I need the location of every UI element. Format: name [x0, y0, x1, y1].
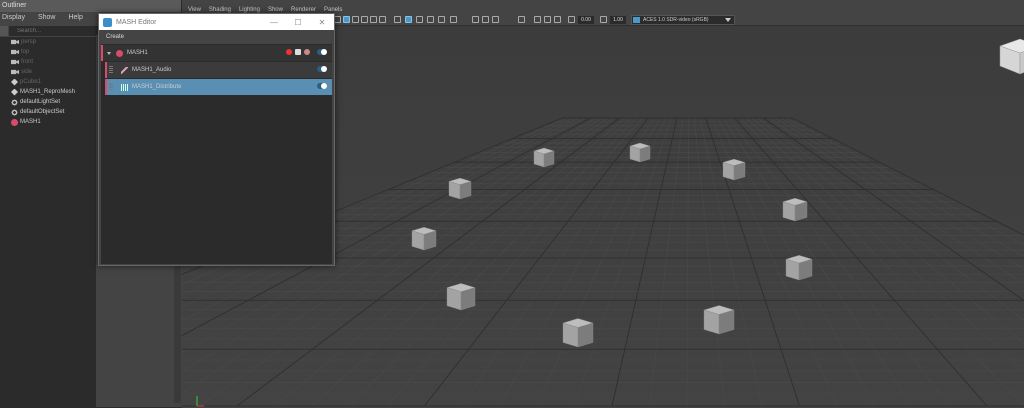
camera-icon — [11, 49, 19, 55]
mail-icon[interactable] — [370, 16, 377, 23]
transform-icon — [11, 88, 18, 96]
outliner-item-mash1[interactable]: MASH1 — [0, 117, 96, 127]
outliner-title: Outliner — [0, 0, 181, 12]
select-icon[interactable] — [518, 16, 525, 23]
ambient-occlusion-icon[interactable] — [492, 16, 499, 23]
mash-network-label: MASH1 — [127, 50, 148, 56]
outliner-search-input[interactable] — [9, 25, 105, 36]
audio-enable-toggle[interactable] — [317, 66, 327, 72]
network-tools — [286, 49, 310, 55]
color-space-label: ACES 1.0 SDR-video (sRGB) — [643, 17, 709, 23]
wireframe-icon[interactable] — [343, 16, 350, 23]
mash-node-label: MASH1_Distribute — [132, 84, 182, 90]
mash-instance-cube[interactable] — [782, 197, 808, 222]
film-gate-icon[interactable] — [379, 16, 386, 23]
mash-node-distribute[interactable]: MASH1_Distribute — [105, 79, 332, 95]
outliner-item-reprommesh[interactable]: MASH1_ReproMesh — [0, 87, 96, 97]
exposure-icon[interactable] — [568, 16, 575, 23]
color-space-dropdown[interactable]: ACES 1.0 SDR-video (sRGB) — [631, 15, 735, 25]
isolate-icon[interactable] — [472, 16, 479, 23]
camera-icon — [11, 59, 19, 65]
outliner-menu-show[interactable]: Show — [38, 12, 56, 24]
mash-node-label: MASH1_Audio — [132, 67, 172, 73]
drag-handle-icon[interactable] — [109, 83, 113, 91]
distribute-enable-toggle[interactable] — [317, 83, 327, 89]
smooth-shade-icon[interactable] — [405, 16, 412, 23]
outliner-item-defaultlightset[interactable]: defaultLightSet — [0, 97, 96, 107]
minimize-icon[interactable]: — — [262, 14, 286, 30]
mash-node-audio[interactable]: MASH1_Audio — [105, 62, 332, 78]
mash-instance-cube[interactable] — [785, 255, 813, 281]
textured-icon[interactable] — [416, 16, 423, 23]
camera-icon — [11, 39, 19, 45]
outliner-item-side[interactable]: side — [0, 67, 96, 77]
mash-network-row[interactable]: MASH1 — [101, 45, 332, 61]
outliner-item-top[interactable]: top — [0, 47, 96, 57]
mash-logo-icon — [103, 17, 112, 27]
distribute-icon — [121, 83, 128, 91]
outliner-item-pcube1[interactable]: pCube1 — [0, 77, 96, 87]
outliner-item-front[interactable]: front — [0, 57, 96, 67]
mash-instance-cube[interactable] — [411, 226, 437, 251]
lights-icon[interactable] — [427, 16, 434, 23]
mash-instance-cube[interactable] — [703, 305, 735, 335]
filter-icon[interactable] — [0, 25, 8, 36]
outliner-menu-display[interactable]: Display — [2, 12, 25, 24]
camera-icon — [11, 69, 19, 75]
exposure-field[interactable]: 0.00 — [578, 16, 594, 24]
mash-menu-create[interactable]: Create — [99, 30, 334, 44]
mash-editor-window: MASH Editor — ☐ ✕ Create MASH1 MASH1_Aud… — [98, 13, 335, 266]
gamma-icon[interactable] — [600, 16, 607, 23]
mash-editor-title: MASH Editor — [116, 18, 157, 26]
mash-editor-titlebar[interactable]: MASH Editor — ☐ ✕ — [99, 14, 334, 30]
transform-icon — [11, 78, 18, 86]
delete-icon[interactable] — [286, 49, 292, 55]
close-icon[interactable]: ✕ — [310, 14, 334, 30]
outliner-menu-help[interactable]: Help — [68, 12, 82, 24]
clipboard-icon[interactable] — [295, 49, 301, 55]
mash-instance-cube[interactable] — [629, 142, 651, 163]
mash-instance-cube[interactable] — [722, 158, 746, 181]
xray-icon[interactable] — [450, 16, 457, 23]
frame-icon[interactable] — [361, 16, 368, 23]
drag-handle-icon[interactable] — [109, 66, 113, 74]
layout-icon[interactable] — [534, 16, 541, 23]
mash-instance-cube[interactable] — [533, 147, 555, 168]
mash-instance-cube[interactable] — [446, 283, 476, 311]
grid-icon[interactable] — [334, 16, 341, 23]
network-enable-toggle[interactable] — [317, 49, 327, 55]
mash-icon — [11, 118, 18, 126]
set-icon — [11, 108, 18, 116]
chevron-down-icon[interactable] — [107, 51, 111, 55]
shadows-icon[interactable] — [438, 16, 445, 23]
maya-window: Outliner Display Show Help persp top fro… — [0, 0, 1024, 408]
outliner-item-persp[interactable]: persp — [0, 37, 96, 47]
color-management-icon — [633, 17, 640, 23]
mash-icon — [116, 49, 123, 57]
sphere-icon[interactable] — [482, 16, 489, 23]
mash-node-list: MASH1 MASH1_Audio MASH1_Distribute — [101, 44, 332, 264]
chevron-down-icon — [725, 18, 731, 22]
gamma-field[interactable]: 1.00 — [610, 16, 626, 24]
audio-icon — [121, 66, 128, 74]
cube-shaded-icon[interactable] — [394, 16, 401, 23]
camera-icon[interactable] — [352, 16, 359, 23]
mash-instance-cube[interactable] — [448, 177, 472, 200]
safe-area-icon[interactable] — [554, 16, 561, 23]
dots-icon[interactable] — [304, 49, 310, 55]
outliner-item-defaultobjectset[interactable]: defaultObjectSet — [0, 107, 96, 117]
mash-instance-cube[interactable] — [562, 318, 594, 348]
set-icon — [11, 98, 18, 106]
resolution-icon[interactable] — [544, 16, 551, 23]
maximize-icon[interactable]: ☐ — [286, 14, 310, 30]
